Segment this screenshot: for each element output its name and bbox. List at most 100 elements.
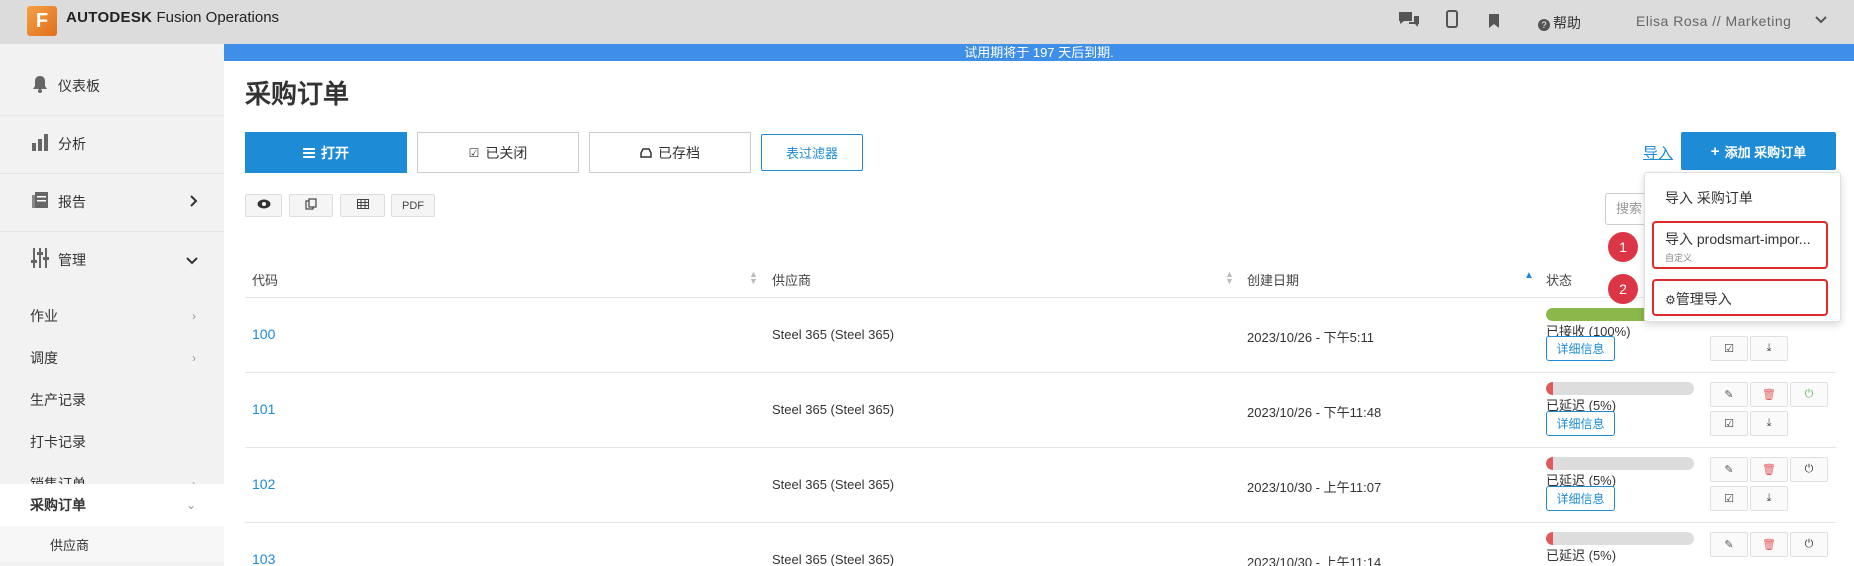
sidebar-label: 生产记录 — [30, 392, 86, 408]
edit-button[interactable]: ✎ — [1710, 457, 1748, 482]
visibility-toggle-button[interactable] — [245, 194, 282, 217]
tab-label: 已存档 — [658, 144, 700, 161]
column-header-code[interactable]: 代码 — [252, 270, 278, 289]
bookmark-icon[interactable] — [1489, 13, 1499, 33]
sort-ascending-icon[interactable]: ▲ — [1524, 271, 1534, 281]
pdf-export-button[interactable]: PDF — [391, 194, 435, 217]
sidebar-label: 采购订单 — [30, 497, 86, 513]
progress-fill — [1546, 532, 1554, 545]
help-label: 帮助 — [1553, 15, 1581, 31]
edit-button[interactable]: ✎ — [1710, 382, 1748, 407]
tab-archived[interactable]: 已存档 — [589, 132, 751, 173]
chevron-down-icon[interactable] — [1815, 13, 1827, 28]
sidebar-label: 打卡记录 — [30, 434, 86, 450]
edit-icon: ✎ — [1724, 539, 1734, 551]
column-header-supplier[interactable]: 供应商 — [772, 270, 811, 289]
add-label: 添加 采购订单 — [1724, 144, 1807, 160]
download-button[interactable]: ⤓ — [1750, 411, 1788, 436]
sidebar-item-purchase-orders[interactable]: 采购订单 ⌄ — [0, 484, 224, 526]
delete-button[interactable]: 🗑 — [1750, 382, 1788, 407]
fusion-logo[interactable]: F — [27, 6, 57, 36]
chevron-right-icon: › — [192, 351, 196, 365]
power-button[interactable]: ⏻ — [1790, 532, 1828, 557]
created-date-cell: 2023/10/26 - 下午11:48 — [1247, 405, 1382, 420]
sidebar-item-manage[interactable]: 管理 — [0, 231, 224, 289]
inbox-icon — [640, 145, 652, 161]
help-link[interactable]: ? 帮助 — [1538, 13, 1581, 33]
highlight-box — [1652, 279, 1828, 316]
copy-button[interactable] — [289, 194, 333, 217]
trash-icon: 🗑 — [1762, 464, 1776, 476]
check-square-icon: ☑ — [1724, 418, 1734, 430]
po-code-link[interactable]: 100 — [252, 326, 275, 342]
created-date-cell: 2023/10/30 - 上午11:07 — [1247, 480, 1382, 495]
sidebar-item-production-records[interactable]: 生产记录 — [0, 379, 224, 421]
sidebar-item-dashboard[interactable]: 仪表板 — [0, 57, 224, 115]
supplier-cell: Steel 365 (Steel 365) — [772, 402, 895, 417]
po-code-link[interactable]: 103 — [252, 551, 275, 566]
download-icon: ⤓ — [1766, 342, 1772, 354]
sidebar-label: 仪表板 — [58, 78, 100, 94]
brand-product: Fusion Operations — [156, 9, 280, 26]
power-button[interactable]: ⏻ — [1790, 382, 1828, 407]
plus-icon: + — [1710, 142, 1720, 160]
check-square-icon: ☑ — [468, 145, 480, 160]
help-icon: ? — [1538, 19, 1550, 31]
user-menu[interactable]: Elisa Rosa // Marketing — [1636, 13, 1791, 29]
po-code-link[interactable]: 102 — [252, 476, 275, 492]
status-progress-bar — [1546, 382, 1694, 395]
sidebar: 仪表板 分析 报告 管理 作业 › 调度 › 生产记录 打卡记录 采购订单 ⌄ … — [0, 44, 224, 566]
bar-chart-icon — [28, 133, 52, 156]
chevron-right-icon: › — [192, 309, 196, 323]
download-icon: ⤓ — [1766, 417, 1772, 429]
report-icon — [28, 191, 52, 214]
trial-banner: 试用期将于 197 天后到期. — [224, 44, 1854, 61]
chat-icon[interactable] — [1397, 10, 1421, 35]
import-link[interactable]: 导入 — [1643, 142, 1673, 163]
tab-open[interactable]: 打开 — [245, 132, 407, 173]
edit-icon: ✎ — [1724, 389, 1734, 401]
column-header-created-date[interactable]: 创建日期 — [1247, 270, 1299, 289]
sidebar-item-scheduling[interactable]: 调度 › — [0, 337, 224, 379]
table-filter-button[interactable]: 表过滤器 — [761, 134, 863, 171]
close-order-button[interactable]: ☑ — [1710, 486, 1748, 511]
page-title: 采购订单 — [245, 79, 350, 109]
check-square-icon: ☑ — [1724, 493, 1734, 505]
tab-closed[interactable]: ☑ 已关闭 — [417, 132, 579, 173]
mobile-icon[interactable] — [1446, 10, 1458, 33]
sidebar-item-clock-records[interactable]: 打卡记录 — [0, 421, 224, 463]
column-header-status[interactable]: 状态 — [1546, 270, 1572, 289]
close-order-button[interactable]: ☑ — [1710, 411, 1748, 436]
sort-icon[interactable]: ▲ ▼ — [1225, 270, 1234, 286]
status-progress-bar — [1546, 457, 1694, 470]
sidebar-label: 管理 — [58, 252, 86, 268]
sidebar-item-suppliers[interactable]: 供应商 — [0, 526, 224, 562]
close-order-button[interactable]: ☑ — [1710, 336, 1748, 361]
status-text: 已延迟 (5%) — [1546, 548, 1617, 563]
sidebar-item-jobs[interactable]: 作业 › — [0, 295, 224, 337]
details-button[interactable]: 详细信息 — [1546, 336, 1615, 361]
supplier-cell: Steel 365 (Steel 365) — [772, 477, 895, 492]
csv-export-button[interactable] — [340, 194, 385, 217]
po-code-link[interactable]: 101 — [252, 401, 275, 417]
sort-icon[interactable]: ▲ ▼ — [749, 270, 758, 286]
status-progress-bar — [1546, 532, 1694, 545]
download-button[interactable]: ⤓ — [1750, 336, 1788, 361]
edit-button[interactable]: ✎ — [1710, 532, 1748, 557]
import-purchase-order-item[interactable]: 导入 采购订单 — [1665, 188, 1753, 208]
edit-icon: ✎ — [1724, 464, 1734, 476]
delete-button[interactable]: 🗑 — [1750, 457, 1788, 482]
sidebar-item-reports[interactable]: 报告 — [0, 173, 224, 231]
details-button[interactable]: 详细信息 — [1546, 411, 1615, 436]
delete-button[interactable]: 🗑 — [1750, 532, 1788, 557]
supplier-cell: Steel 365 (Steel 365) — [772, 552, 895, 566]
table-icon — [356, 199, 369, 212]
download-icon: ⤓ — [1766, 492, 1772, 504]
download-button[interactable]: ⤓ — [1750, 486, 1788, 511]
sidebar-item-analytics[interactable]: 分析 — [0, 115, 224, 173]
sidebar-label: 供应商 — [50, 537, 90, 553]
power-button[interactable]: ⏻ — [1790, 457, 1828, 482]
bell-icon — [28, 75, 52, 98]
add-purchase-order-button[interactable]: + 添加 采购订单 — [1681, 132, 1836, 170]
details-button[interactable]: 详细信息 — [1546, 486, 1615, 511]
